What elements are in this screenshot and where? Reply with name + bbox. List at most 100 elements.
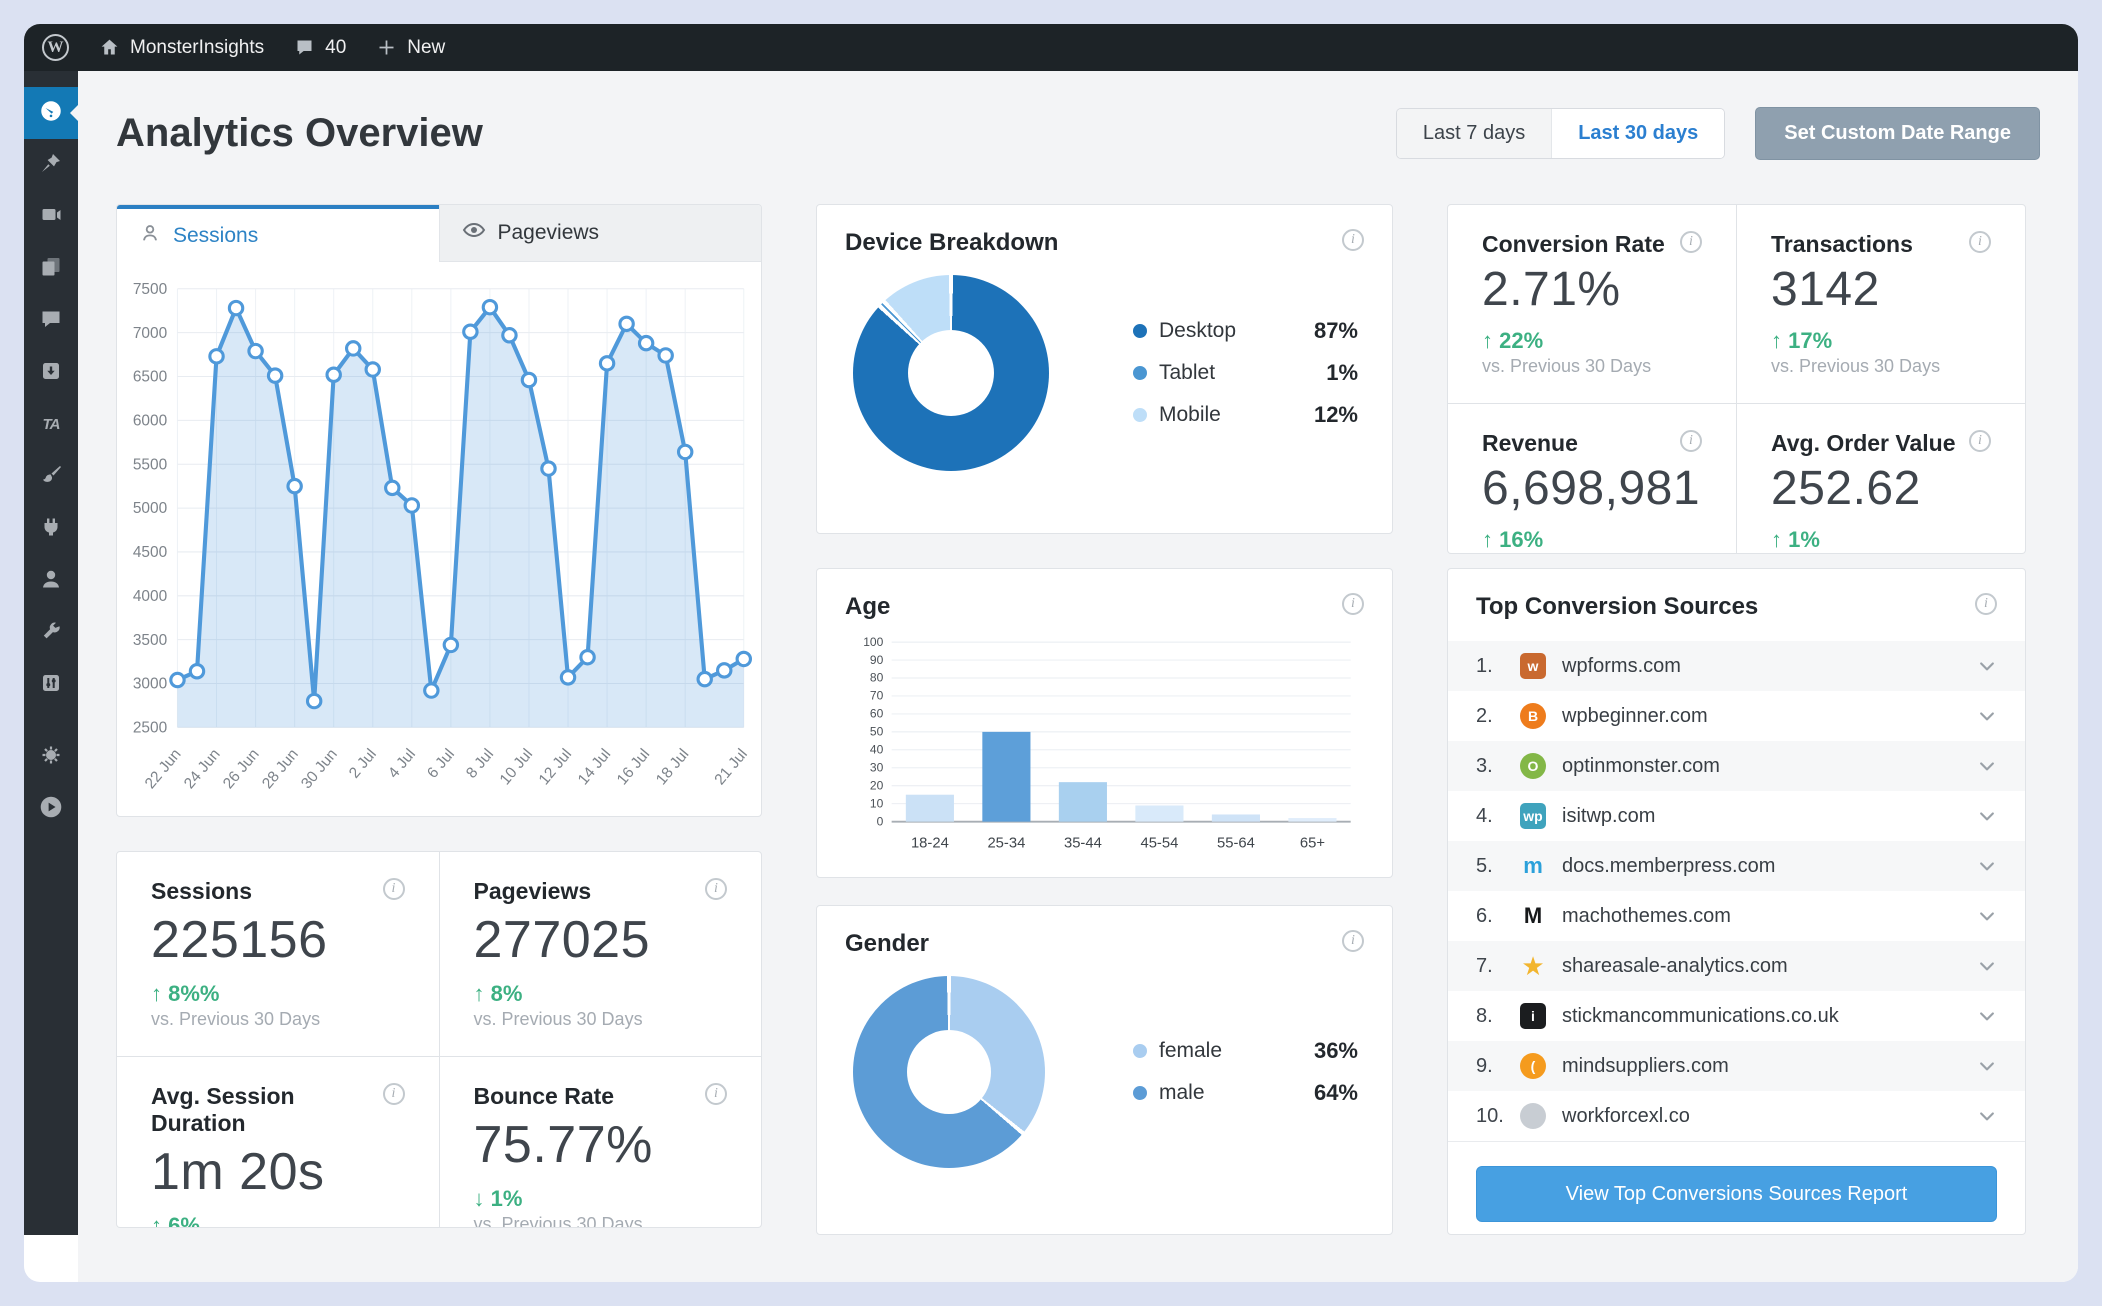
conversion-source-row[interactable]: 6. M machothemes.com (1448, 891, 2025, 941)
top-conversion-sources-card: Top Conversion Sources i 1. w wpforms.co… (1447, 568, 2026, 1235)
conversion-source-row[interactable]: 8. i stickmancommunications.co.uk (1448, 991, 2025, 1041)
info-icon[interactable]: i (382, 1083, 405, 1105)
tab-sessions[interactable]: Sessions (117, 205, 439, 262)
info-icon[interactable]: i (382, 878, 405, 900)
stat-card-transactions: Transactions i 3142 ↑ 17% vs. Previous 3… (1737, 205, 2025, 403)
conversion-source-row[interactable]: 3. O optinmonster.com (1448, 741, 2025, 791)
age-card: Age i 0 10 20 30 40 50 60 70 80 90 100 18-24 25-34 35… (816, 568, 1393, 878)
info-icon[interactable]: i (705, 1083, 727, 1105)
svg-text:26 Jun: 26 Jun (220, 746, 263, 792)
sidebar-item-ta-label[interactable]: TA (24, 399, 78, 451)
tab-pageviews[interactable]: Pageviews (438, 205, 761, 262)
chevron-down-icon[interactable] (1977, 706, 1997, 726)
source-domain: workforcexl.co (1562, 1104, 1690, 1127)
info-icon[interactable]: i (1975, 593, 1997, 615)
info-icon[interactable]: i (1680, 430, 1702, 452)
sidebar-item-dashboard[interactable] (24, 87, 78, 139)
conversion-source-row[interactable]: 5. m docs.memberpress.com (1448, 841, 2025, 891)
info-icon[interactable]: i (1680, 231, 1702, 253)
info-icon[interactable]: i (1342, 229, 1364, 251)
chevron-down-icon[interactable] (1977, 806, 1997, 826)
sidebar-item-pushpin[interactable] (24, 139, 78, 191)
source-domain: docs.memberpress.com (1562, 854, 1776, 877)
legend-item-female: female 36% (1133, 1038, 1358, 1064)
source-domain: wpbeginner.com (1562, 704, 1708, 727)
conversion-source-row[interactable]: 1. w wpforms.com (1448, 641, 2025, 691)
conversion-source-row[interactable]: 10. workforcexl.co (1448, 1091, 2025, 1141)
sidebar-item-media[interactable] (24, 191, 78, 243)
source-domain: machothemes.com (1562, 904, 1731, 927)
source-rank: 9. (1476, 1054, 1493, 1077)
comments-count: 40 (325, 36, 347, 58)
comments-icon (39, 307, 63, 336)
left-column: Sessions Pageviews 2500 3000 3500 4000 4500 5… (116, 204, 762, 1235)
wordpress-logo[interactable]: W (42, 34, 69, 61)
stat-value: 277025 (473, 911, 651, 969)
gender-legend: female 36% male 64% (1133, 1038, 1358, 1106)
chevron-down-icon[interactable] (1977, 906, 1997, 926)
sidebar-item-plugin[interactable] (24, 503, 78, 555)
chevron-down-icon[interactable] (1977, 756, 1997, 776)
new-label: New (407, 36, 446, 58)
wordpress-admin-window: W MonsterInsights 40 New TA Analytics Ov… (24, 24, 2078, 1282)
admin-bar: W MonsterInsights 40 New (24, 24, 2078, 71)
stat-label: Pageviews (473, 878, 592, 904)
stat-note: vs. Previous 30 Days (473, 1009, 643, 1029)
sidebar-item-wrench[interactable] (24, 607, 78, 659)
source-rank: 7. (1476, 954, 1493, 977)
delta-arrow-icon: ↑ (473, 981, 485, 1006)
conversion-source-row[interactable]: 7. ★ shareasale-analytics.com (1448, 941, 2025, 991)
svg-text:7000: 7000 (133, 325, 167, 342)
conversion-source-row[interactable]: 9. ( mindsuppliers.com (1448, 1041, 2025, 1091)
sidebar-item-pages[interactable] (24, 243, 78, 295)
chevron-down-icon[interactable] (1977, 1106, 1997, 1126)
chevron-down-icon[interactable] (1977, 956, 1997, 976)
set-custom-date-range-button[interactable]: Set Custom Date Range (1755, 107, 2040, 160)
stat-delta: ↓ 1% (473, 1186, 523, 1211)
site-menu[interactable]: MonsterInsights (99, 37, 264, 59)
conversion-source-row[interactable]: 4. wp isitwp.com (1448, 791, 2025, 841)
chevron-down-icon[interactable] (1977, 656, 1997, 676)
sidebar-item-comments[interactable] (24, 295, 78, 347)
comments-menu[interactable]: 40 (294, 37, 346, 59)
stat-note: vs. Previous 30 Days (151, 1009, 321, 1029)
stat-note: vs. Previous 30 Days (473, 1214, 643, 1228)
favicon-bear-icon: w (1520, 653, 1546, 679)
info-icon[interactable]: i (1969, 430, 1991, 452)
favicon-stickman-icon: i (1520, 1003, 1546, 1029)
info-icon[interactable]: i (1342, 593, 1364, 615)
conversion-source-row[interactable]: 2. B wpbeginner.com (1448, 691, 2025, 741)
favicon-wp-badge-icon: wp (1520, 803, 1546, 829)
info-icon[interactable]: i (705, 878, 727, 900)
svg-text:70: 70 (870, 689, 884, 703)
last-7-days-button[interactable]: Last 7 days (1396, 109, 1553, 158)
chevron-down-icon[interactable] (1977, 856, 1997, 876)
stat-label: Avg. Order Value (1771, 430, 1956, 456)
source-domain: mindsuppliers.com (1562, 1054, 1729, 1077)
sidebar-item-video-play[interactable] (24, 783, 78, 835)
source-rank: 2. (1476, 704, 1493, 727)
svg-text:4500: 4500 (133, 544, 167, 561)
sidebar-item-download[interactable] (24, 347, 78, 399)
sidebar-item-users[interactable] (24, 555, 78, 607)
sidebar-item-seo-gear[interactable] (24, 731, 78, 783)
legend-item-desktop: Desktop 87% (1133, 318, 1358, 344)
chevron-down-icon[interactable] (1977, 1006, 1997, 1026)
sidebar-item-brush[interactable] (24, 451, 78, 503)
stat-label: Sessions (151, 878, 252, 904)
svg-text:35-44: 35-44 (1064, 836, 1102, 852)
new-content-menu[interactable]: New (376, 37, 445, 59)
last-30-days-button[interactable]: Last 30 days (1552, 109, 1725, 158)
view-report-button[interactable]: View Top Conversions Sources Report (1476, 1166, 1997, 1222)
delta-arrow-icon: ↑ (151, 1213, 162, 1228)
sidebar-item-settings-sliders[interactable] (24, 659, 78, 711)
stat-value: 75.77% (473, 1116, 653, 1174)
info-icon[interactable]: i (1969, 231, 1991, 253)
svg-text:3000: 3000 (133, 676, 167, 693)
stat-delta: ↑ 16% (1482, 527, 1544, 552)
favicon-head-icon: B (1520, 703, 1546, 729)
chevron-down-icon[interactable] (1977, 1056, 1997, 1076)
svg-text:14 Jul: 14 Jul (575, 746, 615, 788)
info-icon[interactable]: i (1342, 930, 1364, 952)
svg-text:2500: 2500 (133, 720, 167, 737)
